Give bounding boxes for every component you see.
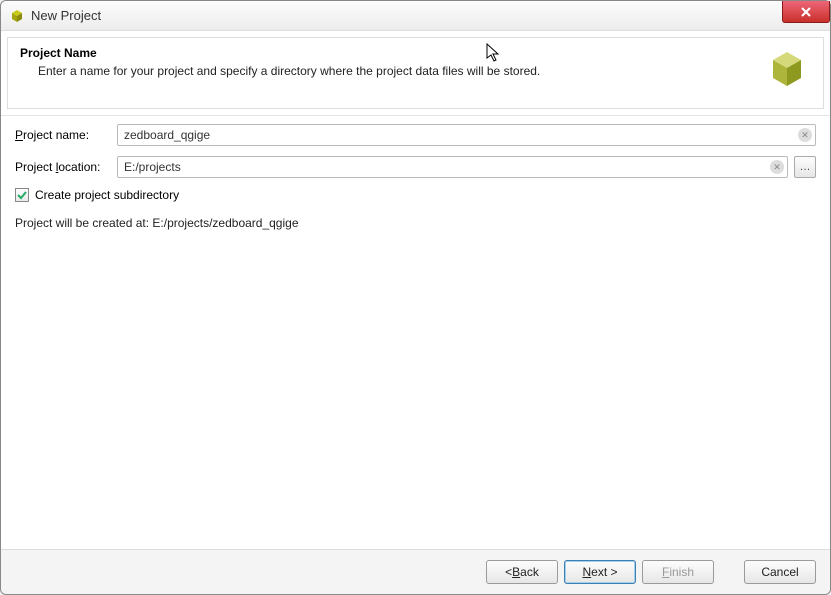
app-icon bbox=[9, 8, 25, 24]
header-title: Project Name bbox=[20, 46, 763, 60]
window-title: New Project bbox=[31, 8, 101, 23]
browse-button[interactable]: … bbox=[794, 156, 816, 178]
clear-name-icon[interactable]: ✕ bbox=[798, 128, 812, 142]
close-button[interactable] bbox=[782, 1, 830, 23]
create-subdir-row: Create project subdirectory bbox=[15, 188, 816, 202]
wizard-button-bar: < Back Next > Finish Cancel bbox=[1, 549, 830, 594]
project-name-input[interactable] bbox=[117, 124, 816, 146]
project-location-input[interactable] bbox=[117, 156, 788, 178]
next-button[interactable]: Next > bbox=[564, 560, 636, 584]
new-project-dialog: New Project Project Name Enter a name fo… bbox=[0, 0, 831, 595]
ellipsis-icon: … bbox=[800, 161, 811, 173]
create-subdir-checkbox[interactable] bbox=[15, 188, 29, 202]
header-description: Enter a name for your project and specif… bbox=[20, 64, 763, 78]
project-name-label: Project name: bbox=[15, 128, 111, 142]
header-panel: Project Name Enter a name for your proje… bbox=[7, 37, 824, 109]
create-subdir-label: Create project subdirectory bbox=[35, 188, 179, 202]
close-icon bbox=[800, 7, 812, 17]
project-name-row: Project name: ✕ bbox=[15, 124, 816, 146]
form-content: Project name: ✕ Project location: ✕ … Cr… bbox=[1, 115, 830, 549]
titlebar: New Project bbox=[1, 1, 830, 31]
project-location-label: Project location: bbox=[15, 160, 111, 174]
clear-location-icon[interactable]: ✕ bbox=[770, 160, 784, 174]
finish-button: Finish bbox=[642, 560, 714, 584]
vivado-logo-icon bbox=[763, 46, 811, 94]
project-location-row: Project location: ✕ … bbox=[15, 156, 816, 178]
back-button[interactable]: < Back bbox=[486, 560, 558, 584]
project-created-at-text: Project will be created at: E:/projects/… bbox=[15, 216, 816, 230]
cancel-button[interactable]: Cancel bbox=[744, 560, 816, 584]
check-icon bbox=[17, 190, 27, 200]
